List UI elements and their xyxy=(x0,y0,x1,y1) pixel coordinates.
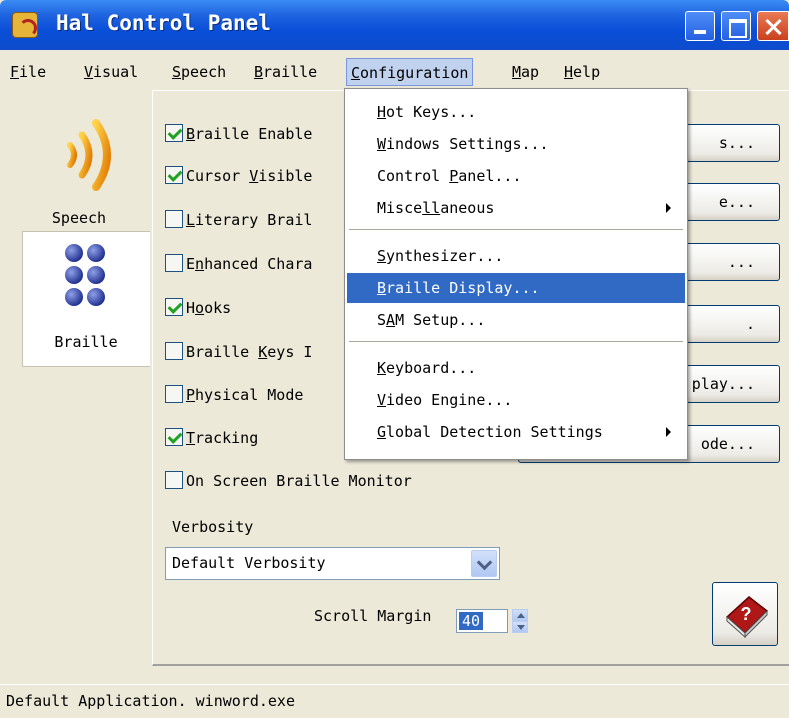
braille-keys-checkbox[interactable]: Braille Keys I xyxy=(165,340,312,364)
menu-speech[interactable]: Speech xyxy=(168,58,230,86)
menu-item-hot-keys[interactable]: Hot Keys... xyxy=(347,97,685,127)
title-bar: Hal Control Panel xyxy=(0,0,789,50)
checkbox-box[interactable] xyxy=(165,385,183,403)
sidebar-item-label: Speech xyxy=(51,209,107,227)
status-bar: Default Application. winword.exe xyxy=(0,684,789,717)
menu-item-miscellaneous[interactable]: Miscellaneous xyxy=(347,193,685,223)
menu-braille[interactable]: Braille xyxy=(250,58,321,86)
submenu-arrow-icon xyxy=(666,203,671,213)
menu-bar: File Visual Speech Braille Configuration… xyxy=(0,56,789,88)
help-book-icon: ? xyxy=(725,596,769,639)
checkbox-box[interactable] xyxy=(165,471,183,489)
spin-up-icon[interactable] xyxy=(512,609,528,621)
literary-braille-checkbox[interactable]: Literary Brail xyxy=(165,208,312,232)
menu-item-windows-settings[interactable]: Windows Settings... xyxy=(347,129,685,159)
checkbox-box[interactable] xyxy=(165,166,183,184)
checkbox-box[interactable] xyxy=(165,124,183,142)
sidebar-item-label: Braille xyxy=(54,333,118,351)
menu-separator xyxy=(349,341,683,343)
help-button[interactable]: ? xyxy=(712,582,778,646)
menu-item-video-engine[interactable]: Video Engine... xyxy=(347,385,685,415)
checkbox-box[interactable] xyxy=(165,298,183,316)
menu-item-global-detection-settings[interactable]: Global Detection Settings xyxy=(347,417,685,447)
hal-app-icon[interactable] xyxy=(12,12,38,38)
checkbox-box[interactable] xyxy=(165,428,183,446)
checkbox-box[interactable] xyxy=(165,210,183,228)
enhanced-characters-checkbox[interactable]: Enhanced Chara xyxy=(165,252,312,276)
spin-down-icon[interactable] xyxy=(512,621,528,633)
scroll-margin-spinner[interactable] xyxy=(512,609,528,633)
menu-map[interactable]: Map xyxy=(508,58,543,86)
svg-text:?: ? xyxy=(741,604,752,624)
sidebar-item-speech[interactable]: Speech xyxy=(22,103,136,233)
speaker-icon xyxy=(67,119,111,191)
braille-enable-checkbox[interactable]: Braille Enable xyxy=(165,122,312,146)
scroll-margin-value: 40 xyxy=(459,612,484,630)
chevron-down-icon[interactable] xyxy=(471,550,497,577)
window-title: Hal Control Panel xyxy=(56,11,271,35)
menu-help[interactable]: Help xyxy=(560,58,604,86)
menu-file[interactable]: File xyxy=(6,58,50,86)
menu-item-control-panel[interactable]: Control Panel... xyxy=(347,161,685,191)
menu-item-synthesizer[interactable]: Synthesizer... xyxy=(347,241,685,271)
minimize-button[interactable] xyxy=(685,11,715,41)
close-button[interactable] xyxy=(757,11,789,41)
tracking-checkbox[interactable]: Tracking xyxy=(165,426,258,450)
physical-mode-checkbox[interactable]: Physical Mode xyxy=(165,383,303,407)
menu-configuration[interactable]: Configuration xyxy=(346,58,474,86)
menu-item-keyboard[interactable]: Keyboard... xyxy=(347,353,685,383)
checkbox-box[interactable] xyxy=(165,254,183,272)
on-screen-braille-monitor-checkbox[interactable]: On Screen Braille Monitor xyxy=(165,469,412,493)
maximize-button[interactable] xyxy=(721,11,751,41)
menu-item-sam-setup[interactable]: SAM Setup... xyxy=(347,305,685,335)
cursor-visible-checkbox[interactable]: Cursor Visible xyxy=(165,164,312,188)
configuration-menu: Hot Keys... Windows Settings... Control … xyxy=(344,88,688,460)
verbosity-label: Verbosity xyxy=(172,518,254,536)
scroll-margin-input[interactable]: 40 xyxy=(456,609,508,633)
menu-item-braille-display[interactable]: Braille Display... xyxy=(347,273,685,303)
scroll-margin-label: Scroll Margin xyxy=(314,607,432,625)
menu-visual[interactable]: Visual xyxy=(80,58,142,86)
menu-separator xyxy=(349,229,683,231)
verbosity-select[interactable]: Default Verbosity xyxy=(165,547,500,580)
verbosity-value: Default Verbosity xyxy=(172,554,326,572)
braille-dots-icon xyxy=(65,244,105,306)
category-sidebar: Speech Braille xyxy=(22,103,150,367)
sidebar-item-braille[interactable]: Braille xyxy=(22,231,150,367)
checkbox-box[interactable] xyxy=(165,342,183,360)
submenu-arrow-icon xyxy=(666,427,671,437)
hooks-checkbox[interactable]: Hooks xyxy=(165,296,231,320)
